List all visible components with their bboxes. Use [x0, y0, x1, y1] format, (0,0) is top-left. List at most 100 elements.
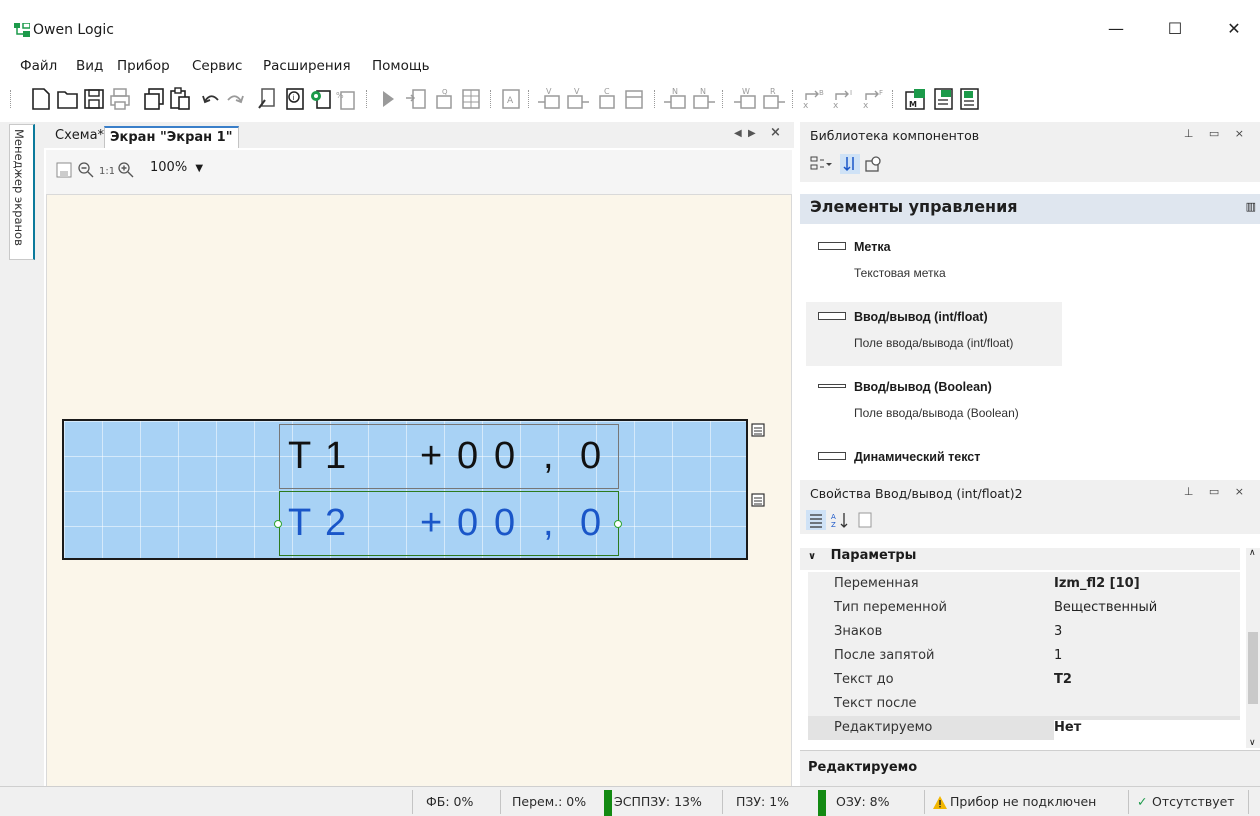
- print-icon[interactable]: [108, 86, 132, 112]
- menu-extensions[interactable]: Расширения: [263, 58, 351, 74]
- scroll-down-icon[interactable]: ∨: [1249, 738, 1256, 748]
- paste-icon[interactable]: [168, 86, 192, 112]
- tab-scroll-right-icon[interactable]: ▶: [748, 128, 756, 139]
- undo-icon[interactable]: [200, 86, 222, 112]
- read-r-icon[interactable]: R: [760, 86, 786, 112]
- menu-view[interactable]: Вид: [76, 58, 103, 74]
- parameters-section[interactable]: ∨ Параметры: [800, 548, 1240, 570]
- toolbar-grip[interactable]: [892, 90, 895, 108]
- menu-help[interactable]: Помощь: [372, 58, 430, 74]
- io-field-2-selected[interactable]: Т 2 + 0 0 , 0: [279, 491, 619, 556]
- block-icon[interactable]: [622, 86, 646, 112]
- fx-function-icon[interactable]: [932, 86, 954, 112]
- screen-canvas[interactable]: Т 1 + 0 0 , 0 Т 2 + 0 0 , 0: [46, 194, 792, 808]
- firmware-icon[interactable]: %: [334, 86, 356, 112]
- copy-icon[interactable]: [142, 86, 166, 112]
- library-item-io-int-float[interactable]: Ввод/вывод (int/float) Поле ввода/вывода…: [806, 302, 1062, 366]
- q-block-icon[interactable]: Q: [430, 86, 456, 112]
- sort-alpha-icon[interactable]: AZ: [830, 510, 850, 530]
- link-b-icon[interactable]: xB: [800, 86, 826, 112]
- row-properties-icon[interactable]: [751, 493, 765, 507]
- minimize-button[interactable]: —: [1096, 18, 1136, 42]
- redo-icon[interactable]: [224, 86, 246, 112]
- zoom-select[interactable]: 100% ▼: [150, 160, 203, 175]
- close-button[interactable]: ✕: [1214, 18, 1254, 42]
- panel-pin-icon[interactable]: ⊥ ▭ ×: [1184, 127, 1250, 140]
- collapse-chevron-icon[interactable]: ∨: [808, 551, 816, 562]
- compile-icon[interactable]: [256, 86, 278, 112]
- run-icon[interactable]: [378, 86, 398, 112]
- status-device[interactable]: Прибор не подключен: [950, 794, 1096, 809]
- library-item-desc: Поле ввода/вывода (int/float): [854, 336, 1014, 350]
- fb-function-block-icon[interactable]: [958, 86, 980, 112]
- toolbar-grip[interactable]: [366, 90, 369, 108]
- net-var-out-icon[interactable]: N: [690, 86, 716, 112]
- library-item-io-boolean[interactable]: Ввод/вывод (Boolean) Поле ввода/вывода (…: [800, 372, 1260, 436]
- property-row[interactable]: Текст после: [808, 692, 1240, 716]
- net-var-in-icon[interactable]: N: [662, 86, 688, 112]
- link-f-icon[interactable]: xF: [860, 86, 886, 112]
- write-to-device-icon[interactable]: [404, 86, 428, 112]
- toolbar-grip[interactable]: [792, 90, 795, 108]
- zoom-out-icon[interactable]: [78, 162, 94, 178]
- new-file-icon[interactable]: [30, 86, 52, 112]
- properties-scrollbar[interactable]: ∧ ∨: [1246, 548, 1260, 748]
- toolbar-grip[interactable]: [654, 90, 657, 108]
- panel-pin-icon[interactable]: ⊥ ▭ ×: [1184, 485, 1250, 498]
- table-icon[interactable]: [460, 86, 482, 112]
- toolbar-grip[interactable]: [528, 90, 531, 108]
- library-item-dynamic-text[interactable]: Динамический текст: [800, 442, 1260, 472]
- property-row[interactable]: Текст до Т2: [808, 668, 1240, 692]
- property-row[interactable]: Знаков 3: [808, 620, 1240, 644]
- save-screen-icon[interactable]: [56, 162, 72, 178]
- link-i-icon[interactable]: xI: [830, 86, 856, 112]
- close-tab-icon[interactable]: ×: [770, 125, 781, 140]
- tab-scheme[interactable]: Схема*: [50, 126, 109, 148]
- resize-handle-left[interactable]: [274, 520, 282, 528]
- find-component-icon[interactable]: [864, 155, 882, 173]
- save-icon[interactable]: [82, 86, 106, 112]
- hmi-screen[interactable]: Т 1 + 0 0 , 0 Т 2 + 0 0 , 0: [62, 419, 748, 560]
- resize-handle-right[interactable]: [614, 520, 622, 528]
- property-value[interactable]: Нет: [1054, 720, 1240, 744]
- maximize-button[interactable]: ☐: [1155, 18, 1195, 42]
- property-pages-icon[interactable]: [856, 510, 874, 530]
- zoom-in-icon[interactable]: [118, 162, 134, 178]
- property-row[interactable]: Переменная Izm_fl2 [10]: [808, 572, 1240, 596]
- toolbar-grip[interactable]: [10, 90, 13, 108]
- property-row[interactable]: Тип переменной Вещественный: [808, 596, 1240, 620]
- library-item-label[interactable]: Метка Текстовая метка: [800, 232, 1260, 296]
- label-a-icon[interactable]: A: [500, 86, 522, 112]
- property-row-selected[interactable]: Редактируемо Нет: [808, 716, 1240, 744]
- device-info-icon[interactable]: i: [282, 86, 306, 112]
- menu-file[interactable]: Файл: [20, 58, 57, 74]
- sort-icon[interactable]: [840, 154, 860, 174]
- library-header: Библиотека компонентов ⊥ ▭ ×: [800, 122, 1260, 148]
- macro-m-icon[interactable]: M: [902, 86, 928, 112]
- toolbar-grip[interactable]: [490, 90, 493, 108]
- dynamic-text-component-icon: [818, 452, 846, 460]
- var-v-out-icon[interactable]: V: [564, 86, 590, 112]
- zoom-fit-icon[interactable]: 1:1: [98, 162, 114, 178]
- row-properties-icon[interactable]: [751, 423, 765, 437]
- group-layout-icon[interactable]: ▥: [1246, 200, 1256, 213]
- io-field-1[interactable]: Т 1 + 0 0 , 0: [279, 424, 619, 489]
- scroll-up-icon[interactable]: ∧: [1249, 548, 1256, 558]
- categorized-icon[interactable]: [806, 510, 826, 530]
- toolbar-grip[interactable]: [722, 90, 725, 108]
- scroll-thumb[interactable]: [1248, 632, 1258, 704]
- view-mode-icon[interactable]: [810, 156, 832, 172]
- const-c-icon[interactable]: C: [594, 86, 620, 112]
- write-w-icon[interactable]: W: [732, 86, 758, 112]
- property-row[interactable]: После запятой 1: [808, 644, 1240, 668]
- open-folder-icon[interactable]: [56, 86, 80, 112]
- status-absent[interactable]: Отсутствует: [1152, 794, 1235, 809]
- device-settings-icon[interactable]: [308, 86, 332, 112]
- screen-manager-tab[interactable]: Менеджер экранов: [9, 124, 35, 260]
- controls-group-header[interactable]: Элементы управления ▥: [800, 194, 1260, 224]
- tab-screen-1[interactable]: Экран "Экран 1": [104, 126, 239, 148]
- var-v-in-icon[interactable]: V: [536, 86, 562, 112]
- menu-service[interactable]: Сервис: [192, 58, 242, 74]
- menu-device[interactable]: Прибор: [117, 58, 170, 74]
- tab-scroll-left-icon[interactable]: ◀: [734, 128, 742, 139]
